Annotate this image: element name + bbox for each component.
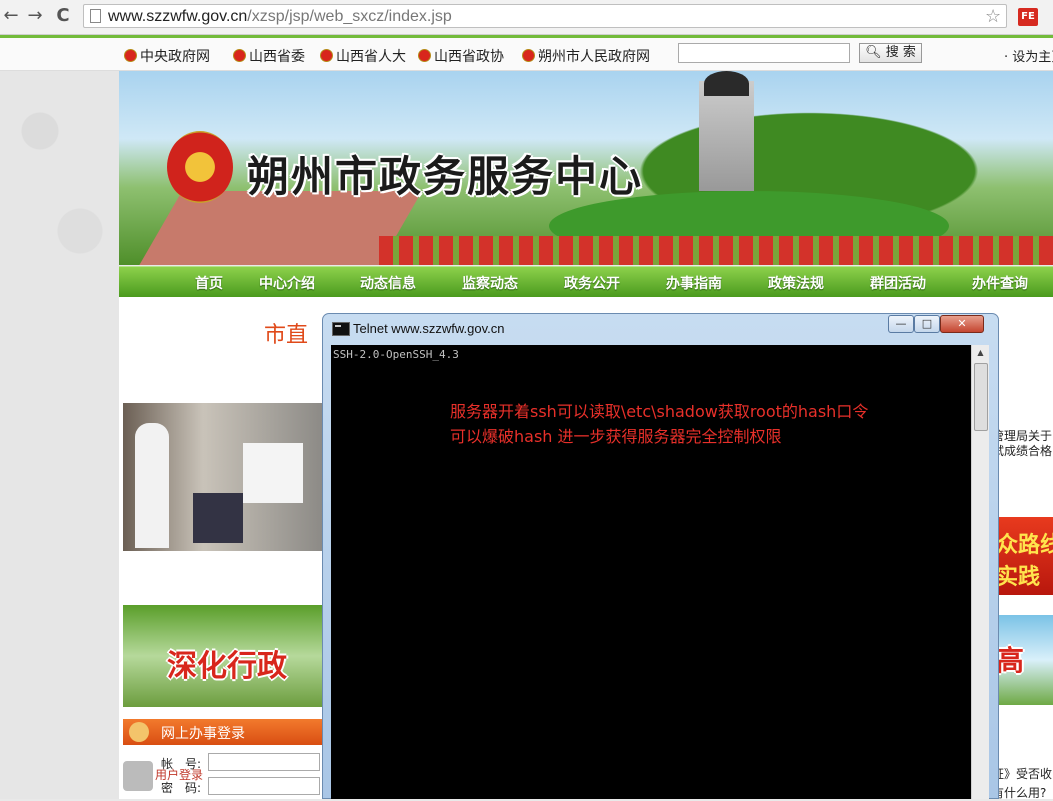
toplink-provincial-cppcc[interactable]: 山西省政协	[418, 46, 504, 66]
photo-monitor	[193, 493, 243, 543]
toplink-central-gov[interactable]: 中央政府网	[124, 46, 210, 66]
bookmark-star-icon[interactable]: ☆	[985, 6, 1001, 27]
toplink-label: 山西省委	[249, 49, 305, 65]
annotation-line-1: 服务器开着ssh可以读取\etc\shadow获取root的hash口令	[450, 402, 869, 421]
menu-case-query[interactable]: 办件查询	[972, 273, 1028, 293]
news-photo[interactable]	[123, 403, 323, 551]
toplink-label: 朔州市人民政府网	[538, 49, 650, 65]
close-button[interactable]: ✕	[940, 315, 984, 333]
toplink-label: 中央政府网	[140, 49, 210, 65]
address-bar[interactable]: www.szzwfw.gov.cn/xzsp/jsp/web_sxcz/inde…	[83, 4, 1007, 28]
national-emblem-icon	[124, 49, 137, 62]
menu-policies[interactable]: 政策法规	[768, 273, 824, 293]
menu-home[interactable]: 首页	[195, 273, 223, 293]
party-emblem-icon	[233, 49, 246, 62]
right-banner-text: 高	[996, 644, 1025, 677]
right-news-item[interactable]: 有什么用?	[992, 784, 1046, 801]
menu-supervision[interactable]: 监察动态	[462, 273, 518, 293]
account-input[interactable]	[208, 753, 320, 771]
search-icon: 🔍︎	[865, 45, 882, 60]
right-news-item[interactable]: 试成绩合格	[992, 442, 1052, 459]
national-emblem-logo	[167, 131, 233, 203]
top-links-bar: 中央政府网 山西省委 山西省人大 山西省政协 朔州市人民政府网 🔍︎ 搜 索 ·…	[0, 38, 1053, 71]
users-icon	[129, 722, 149, 742]
password-label: 密 码:	[161, 781, 202, 795]
telnet-console[interactable]: SSH-2.0-OpenSSH_4.3 服务器开着ssh可以读取\etc\sha…	[331, 345, 971, 799]
photo-figure	[135, 423, 169, 548]
toplink-label: 山西省人大	[336, 49, 406, 65]
toplink-label: 山西省政协	[434, 49, 504, 65]
menu-news[interactable]: 动态信息	[360, 273, 416, 293]
site-title: 朔州市政务服务中心	[247, 152, 644, 201]
url-host: www.szzwfw.gov.cn	[108, 8, 248, 25]
password-input[interactable]	[208, 777, 320, 795]
practice-text: 实践	[996, 564, 1041, 590]
toplink-city-gov[interactable]: 朔州市人民政府网	[522, 46, 650, 66]
right-news-item[interactable]: 证》受否收	[992, 765, 1052, 782]
menu-guide[interactable]: 办事指南	[666, 273, 722, 293]
cppcc-emblem-icon	[418, 49, 431, 62]
scroll-thumb[interactable]	[974, 363, 988, 431]
menu-activities[interactable]: 群团活动	[870, 273, 926, 293]
mass-line-text: 众路线	[996, 532, 1053, 558]
browser-toolbar: ← → C www.szzwfw.gov.cn/xzsp/jsp/web_sxc…	[0, 0, 1053, 35]
set-home-link[interactable]: · 设为主页	[1004, 46, 1053, 65]
minimize-button[interactable]: —	[888, 315, 914, 333]
ssh-banner-line: SSH-2.0-OpenSSH_4.3	[333, 348, 459, 361]
news-headline[interactable]: 市直	[264, 317, 308, 349]
console-scrollbar[interactable]: ▲	[971, 345, 989, 799]
extension-icon[interactable]: FE	[1018, 8, 1038, 26]
reform-banner[interactable]: 深化行政	[123, 605, 323, 707]
console-icon	[332, 322, 350, 336]
national-emblem-icon	[320, 49, 333, 62]
annotation-line-2: 可以爆破hash 进一步获得服务器完全控制权限	[450, 427, 782, 446]
national-emblem-icon	[522, 49, 535, 62]
right-column: 管理局关于 试成绩合格 众路线 实践 高 证》受否收 有什么用?	[992, 337, 1053, 801]
background-pattern	[0, 71, 119, 799]
site-banner: 朔州市政务服务中心	[119, 71, 1053, 265]
banner-flowers	[379, 236, 1053, 265]
toplink-provincial-committee[interactable]: 山西省委	[233, 46, 305, 66]
menu-about[interactable]: 中心介绍	[259, 273, 315, 293]
banner-statue	[704, 71, 749, 96]
main-menu: 首页 中心介绍 动态信息 监察动态 政务公开 办事指南 政策法规 群团活动 办件…	[119, 266, 1053, 297]
url-path: /xzsp/jsp/web_sxcz/index.jsp	[247, 8, 452, 25]
toplink-provincial-congress[interactable]: 山西省人大	[320, 46, 406, 66]
page-icon	[90, 9, 101, 23]
user-avatar-icon	[123, 761, 153, 791]
telnet-window-title: Telnet www.szzwfw.gov.cn	[353, 321, 505, 336]
search-button-label: 搜 索	[885, 45, 916, 60]
menu-public-affairs[interactable]: 政务公开	[564, 273, 620, 293]
banner-monument	[699, 81, 754, 191]
url-text[interactable]: www.szzwfw.gov.cn/xzsp/jsp/web_sxcz/inde…	[108, 8, 452, 26]
login-title: 网上办事登录	[161, 726, 245, 742]
right-banner[interactable]: 高	[992, 615, 1053, 705]
scroll-up-icon[interactable]: ▲	[972, 345, 989, 361]
search-input[interactable]	[678, 43, 850, 63]
mass-line-banner[interactable]: 众路线 实践	[992, 517, 1053, 595]
maximize-button[interactable]: □	[914, 315, 940, 333]
back-button[interactable]: ←	[0, 5, 22, 27]
forward-button[interactable]: →	[24, 5, 46, 27]
photo-figure	[243, 443, 303, 503]
telnet-window[interactable]: Telnet www.szzwfw.gov.cn — □ ✕ SSH-2.0-O…	[322, 313, 999, 799]
reload-button[interactable]: C	[52, 5, 74, 27]
login-header: 网上办事登录	[123, 719, 323, 745]
reform-banner-text: 深化行政	[167, 649, 287, 684]
search-button[interactable]: 🔍︎ 搜 索	[859, 43, 922, 63]
login-panel: 网上办事登录 帐 号: 用户登录 密 码:	[123, 719, 323, 799]
